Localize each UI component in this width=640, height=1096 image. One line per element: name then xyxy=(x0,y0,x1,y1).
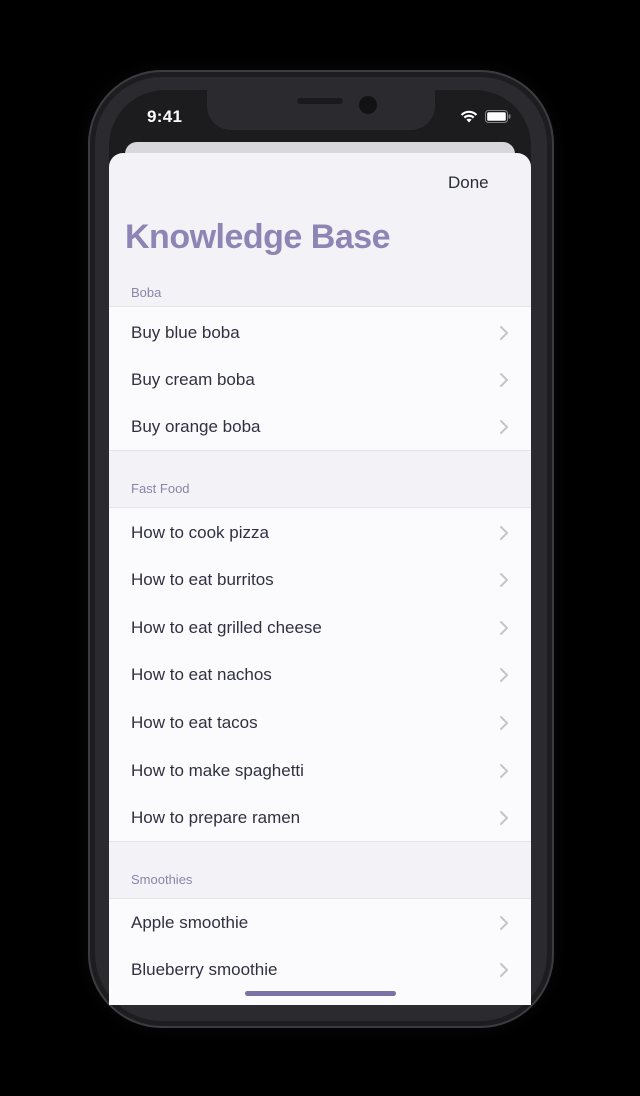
list-item-label: Buy blue boba xyxy=(131,322,240,342)
front-camera xyxy=(359,96,377,114)
list-item-label: How to make spaghetti xyxy=(131,760,304,780)
list-item-how-to-eat-tacos[interactable]: How to eat tacos xyxy=(109,699,531,746)
list-item-how-to-cook-pizza[interactable]: How to cook pizza xyxy=(109,509,531,556)
list-item-label: Buy cream boba xyxy=(131,369,255,389)
list-item-how-to-eat-nachos[interactable]: How to eat nachos xyxy=(109,651,531,698)
chevron-right-icon xyxy=(500,326,508,340)
list-item-label: Apple smoothie xyxy=(131,912,249,932)
wifi-icon xyxy=(460,110,478,123)
list-item-label: How to prepare ramen xyxy=(131,807,301,827)
list-item-label: Buy orange boba xyxy=(131,416,261,436)
done-button[interactable]: Done xyxy=(448,173,489,193)
list-item-blueberry-smoothie[interactable]: Blueberry smoothie xyxy=(109,946,531,993)
notch xyxy=(207,90,435,130)
section-list-fast-food: How to cook pizza How to eat burritos Ho… xyxy=(109,507,531,842)
chevron-right-icon xyxy=(500,716,508,730)
list-item-label: How to cook pizza xyxy=(131,522,269,542)
section-list-smoothies: Apple smoothie Blueberry smoothie xyxy=(109,898,531,1005)
chevron-right-icon xyxy=(500,373,508,387)
battery-icon xyxy=(485,110,511,123)
chevron-right-icon xyxy=(500,420,508,434)
chevron-right-icon xyxy=(500,764,508,778)
list-item-buy-cream-boba[interactable]: Buy cream boba xyxy=(109,356,531,403)
page-title: Knowledge Base xyxy=(125,218,391,256)
chevron-right-icon xyxy=(500,621,508,635)
chevron-right-icon xyxy=(500,668,508,682)
list-item-buy-blue-boba[interactable]: Buy blue boba xyxy=(109,309,531,356)
list-item-how-to-make-spaghetti[interactable]: How to make spaghetti xyxy=(109,747,531,794)
list-item-how-to-prepare-ramen[interactable]: How to prepare ramen xyxy=(109,794,531,841)
chevron-right-icon xyxy=(500,526,508,540)
list-item-how-to-eat-grilled-cheese[interactable]: How to eat grilled cheese xyxy=(109,604,531,651)
chevron-right-icon xyxy=(500,573,508,587)
list-item-apple-smoothie[interactable]: Apple smoothie xyxy=(109,899,531,946)
list-item-how-to-eat-burritos[interactable]: How to eat burritos xyxy=(109,556,531,603)
list-item-label: Blueberry smoothie xyxy=(131,959,278,979)
home-indicator[interactable] xyxy=(245,991,396,996)
section-header-smoothies: Smoothies xyxy=(131,871,193,887)
section-header-boba: Boba xyxy=(131,284,162,300)
list-item-label: How to eat tacos xyxy=(131,712,258,732)
list-item-buy-orange-boba[interactable]: Buy orange boba xyxy=(109,403,531,450)
chevron-right-icon xyxy=(500,916,508,930)
chevron-right-icon xyxy=(500,811,508,825)
list-item-label: How to eat burritos xyxy=(131,569,274,589)
status-time: 9:41 xyxy=(147,107,183,126)
chevron-right-icon xyxy=(500,963,508,977)
speaker-grille xyxy=(297,98,343,104)
list-item-label: How to eat grilled cheese xyxy=(131,617,322,637)
section-header-fast-food: Fast Food xyxy=(131,480,190,496)
section-list-boba: Buy blue boba Buy cream boba Buy orange … xyxy=(109,306,531,451)
list-item-label: How to eat nachos xyxy=(131,664,272,684)
